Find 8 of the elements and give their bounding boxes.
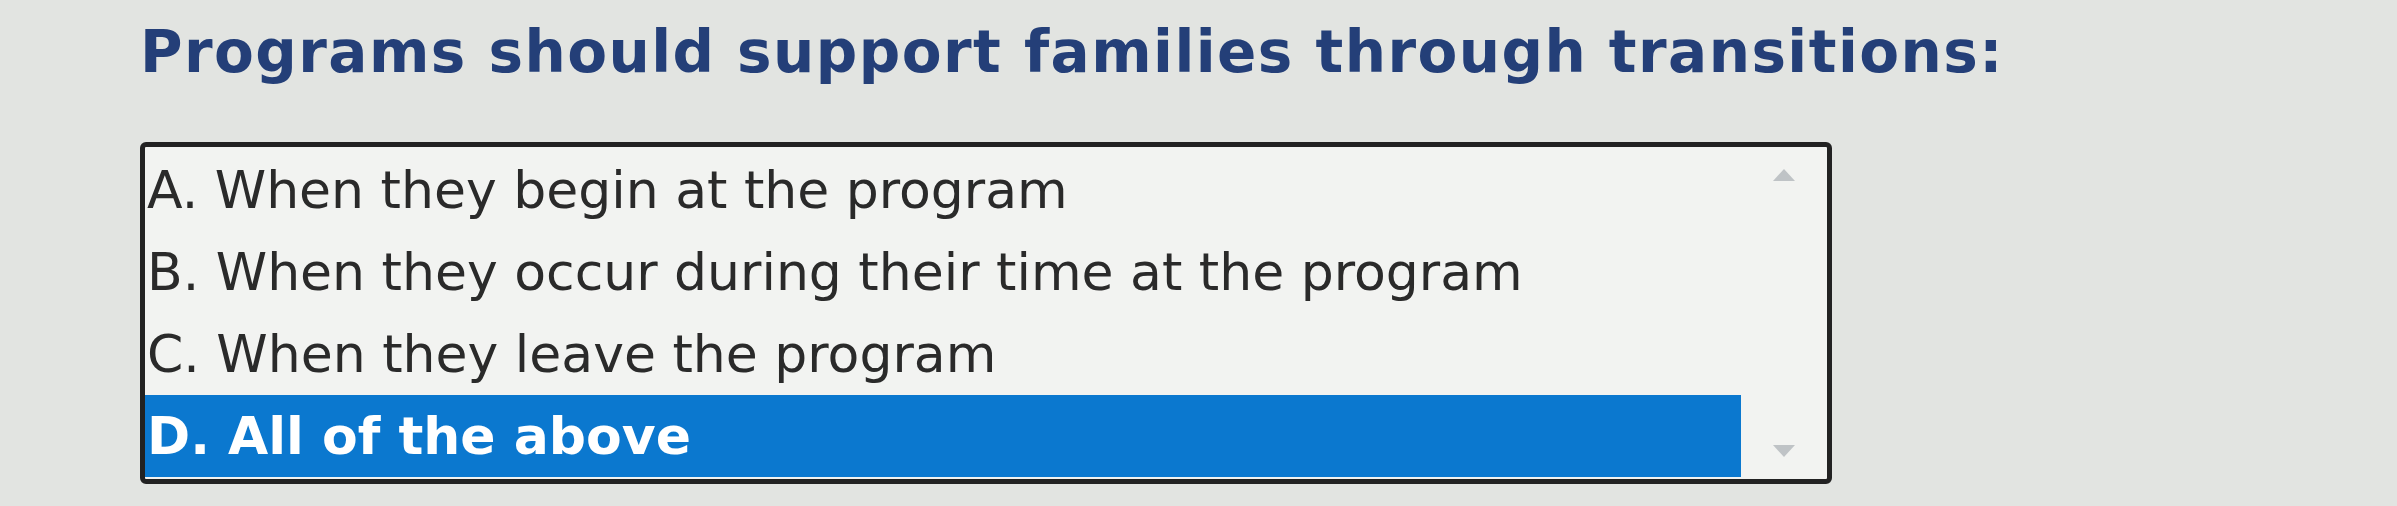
answer-option[interactable]: D. All of the above (145, 395, 1741, 477)
answer-listbox[interactable]: A. When they begin at the program B. When they occur during their time at the program C. When they leave the program D. All of the above (140, 142, 1832, 484)
question-title: Programs should support families through transitions: (140, 17, 2005, 88)
scroll-up-icon[interactable] (1773, 169, 1795, 181)
answer-option[interactable]: C. When they leave the program (145, 313, 1741, 395)
answer-option[interactable]: B. When they occur during their time at the program (145, 231, 1741, 313)
answer-option[interactable]: A. When they begin at the program (145, 149, 1741, 231)
scroll-down-icon[interactable] (1773, 445, 1795, 457)
